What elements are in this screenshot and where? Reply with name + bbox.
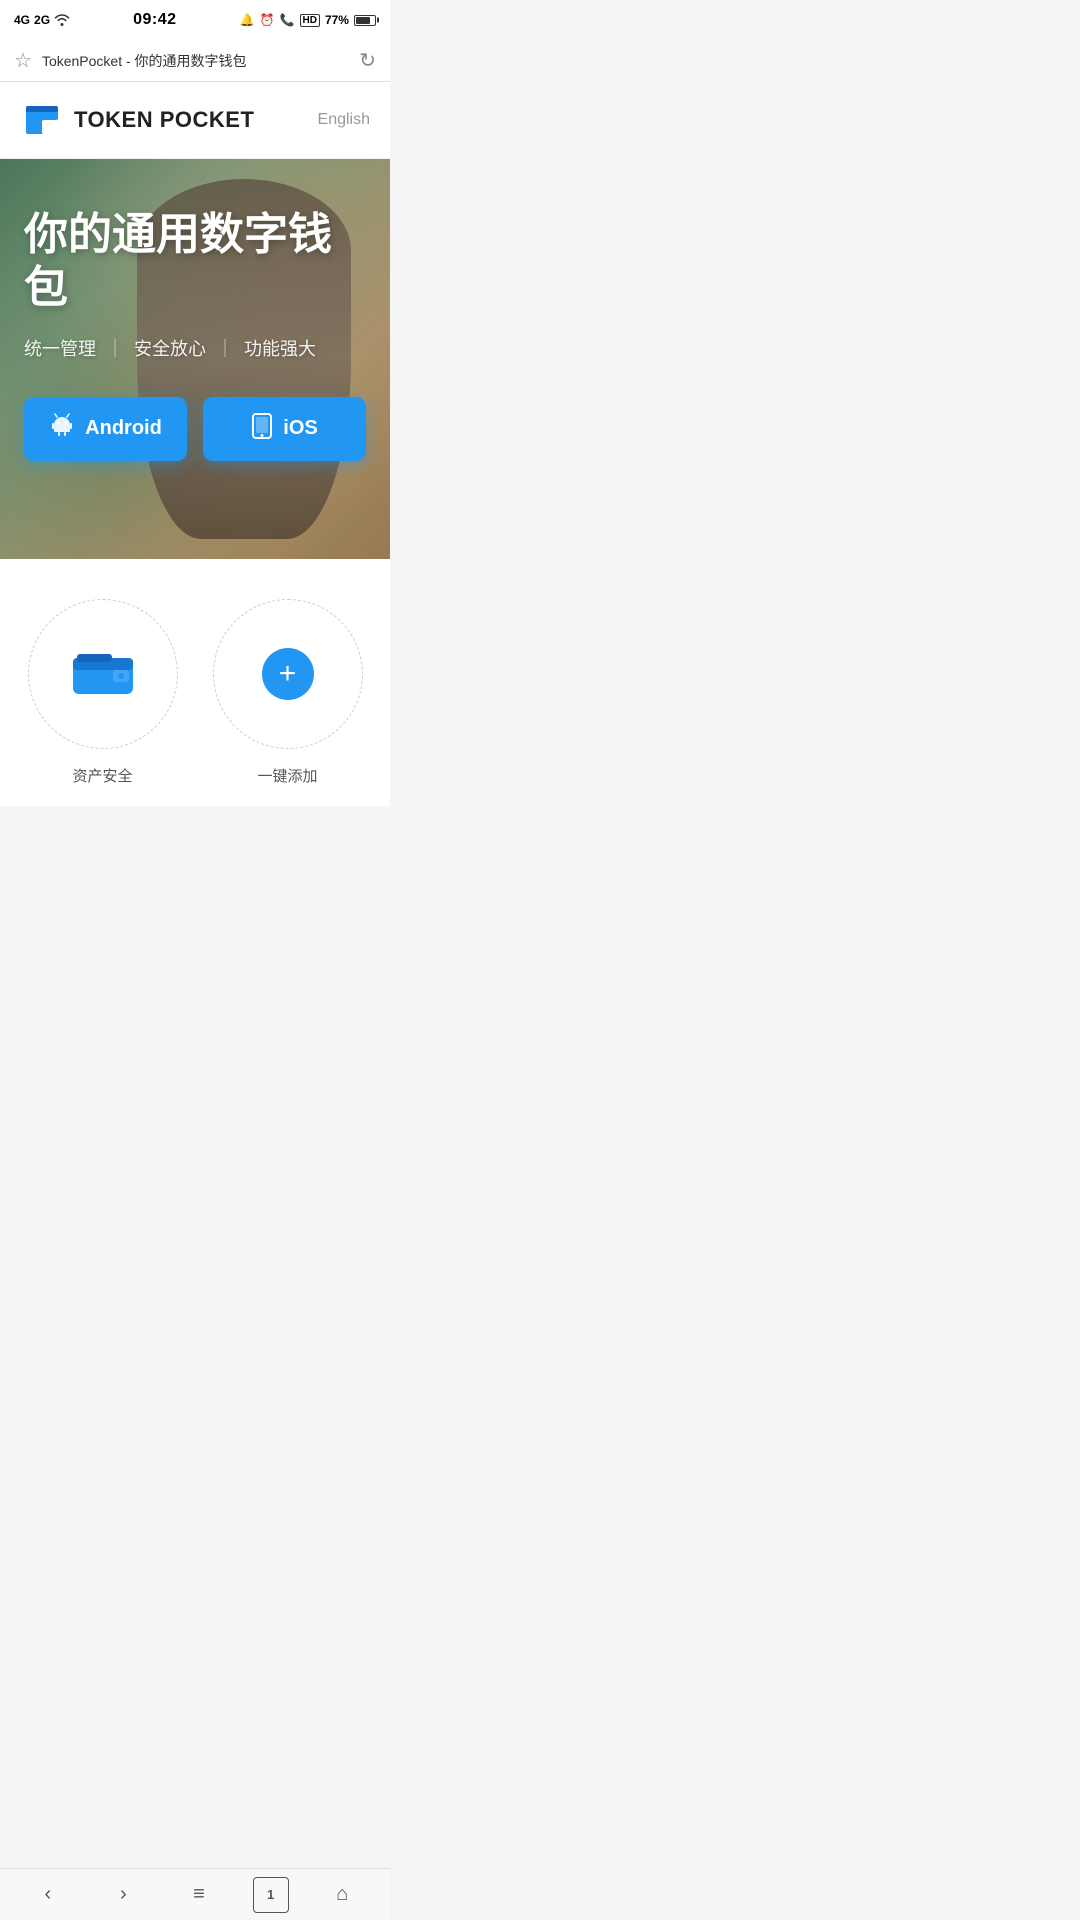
browser-bar: ☆ TokenPocket - 你的通用数字钱包 ↻ [0, 40, 390, 82]
hero-content: 你的通用数字钱包 统一管理 ｜ 安全放心 ｜ 功能强大 [0, 159, 390, 491]
feature-item-add: + 一键添加 [205, 599, 370, 786]
feature-item-wallet: 资产安全 [20, 599, 185, 786]
status-bar: 4G 2G 09:42 🔔 ⏰ 📞 HD 77% [0, 0, 390, 40]
tabs-button[interactable]: 1 [253, 1877, 289, 1913]
menu-button[interactable]: ≡ [177, 1873, 221, 1917]
status-left: 4G 2G [14, 12, 70, 29]
feature-label-add: 一键添加 [257, 765, 317, 786]
hero-subtitle: 统一管理 ｜ 安全放心 ｜ 功能强大 [24, 335, 366, 361]
battery-icon [354, 15, 376, 26]
clock-icon: ⏰ [260, 13, 275, 27]
android-download-button[interactable]: Android [24, 397, 187, 461]
features-grid: 资产安全 + 一键添加 [20, 599, 370, 786]
hero-feature-1: 统一管理 [24, 335, 96, 361]
android-label: Android [85, 417, 162, 440]
wifi-icon [54, 12, 70, 29]
reload-icon[interactable]: ↻ [359, 48, 376, 73]
wallet-icon [73, 650, 133, 698]
battery-percent: 77% [325, 13, 349, 27]
language-switch[interactable]: English [318, 111, 370, 129]
feature-label-wallet: 资产安全 [72, 765, 132, 786]
divider-1: ｜ [106, 335, 124, 361]
android-icon [49, 413, 75, 445]
logo-container: TOKEN POCKET [20, 98, 254, 142]
hero-feature-3: 功能强大 [244, 335, 316, 361]
feature-circle-wallet [28, 599, 178, 749]
ios-icon [251, 413, 273, 445]
hero-title: 你的通用数字钱包 [24, 209, 366, 315]
back-button[interactable]: ‹ [26, 1873, 70, 1917]
ios-label: iOS [283, 417, 317, 440]
alarm-icon: 🔔 [240, 13, 255, 27]
logo-text: TOKEN POCKET [74, 107, 254, 133]
browser-bottom-nav: ‹ › ≡ 1 ⌂ [0, 1868, 390, 1920]
home-button[interactable]: ⌂ [320, 1873, 364, 1917]
url-display[interactable]: TokenPocket - 你的通用数字钱包 [42, 51, 349, 71]
signal-4g: 4G [14, 13, 30, 27]
plus-icon: + [262, 648, 314, 700]
hd-label: HD [300, 14, 320, 27]
site-header: TOKEN POCKET English [0, 82, 390, 159]
hero-feature-2: 安全放心 [134, 335, 206, 361]
forward-button[interactable]: › [101, 1873, 145, 1917]
status-right: 🔔 ⏰ 📞 HD 77% [240, 13, 376, 27]
hero-buttons: Android iOS [24, 397, 366, 461]
hero-section: 你的通用数字钱包 统一管理 ｜ 安全放心 ｜ 功能强大 [0, 159, 390, 559]
call-icon: 📞 [280, 13, 295, 27]
bookmark-icon[interactable]: ☆ [14, 48, 32, 73]
features-section: 资产安全 + 一键添加 [0, 559, 390, 806]
status-time: 09:42 [133, 11, 176, 29]
feature-circle-add: + [213, 599, 363, 749]
divider-2: ｜ [216, 335, 234, 361]
logo-icon [20, 98, 64, 142]
signal-2g: 2G [34, 13, 50, 27]
ios-download-button[interactable]: iOS [203, 397, 366, 461]
